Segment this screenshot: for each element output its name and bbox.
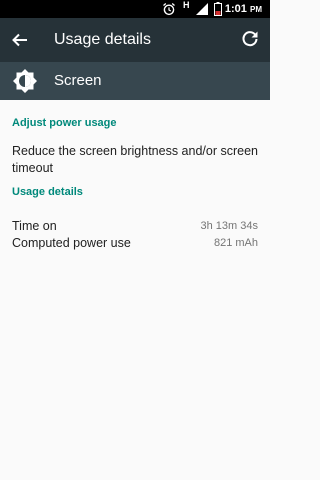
power-use-label: Computed power use xyxy=(12,236,131,250)
page-title: Usage details xyxy=(54,31,151,48)
toolbar: Usage details xyxy=(0,18,270,62)
app-header: Screen xyxy=(0,62,270,100)
header-label: Screen xyxy=(54,72,102,89)
power-use-value: 821 mAh xyxy=(213,237,258,249)
time-on-row: Time on 3h 13m 34s xyxy=(12,219,258,235)
power-use-row: Computed power use 821 mAh xyxy=(12,236,258,252)
back-arrow-icon[interactable] xyxy=(10,30,30,50)
section-title-usage-details: Usage details xyxy=(12,186,83,198)
battery-icon xyxy=(214,2,222,16)
status-bar: H 1:01 PM xyxy=(0,0,270,18)
clock: 1:01 PM xyxy=(224,3,262,15)
refresh-icon[interactable] xyxy=(240,29,260,49)
signal-icon xyxy=(196,3,208,15)
time-on-label: Time on xyxy=(12,219,57,233)
network-h-icon: H xyxy=(183,0,190,10)
section-title-adjust-power: Adjust power usage xyxy=(12,117,117,129)
brightness-icon xyxy=(13,69,37,93)
alarm-icon xyxy=(163,3,175,16)
reduce-brightness-suggestion[interactable]: Reduce the screen brightness and/or scre… xyxy=(12,143,262,177)
time-on-value: 3h 13m 34s xyxy=(200,220,258,232)
